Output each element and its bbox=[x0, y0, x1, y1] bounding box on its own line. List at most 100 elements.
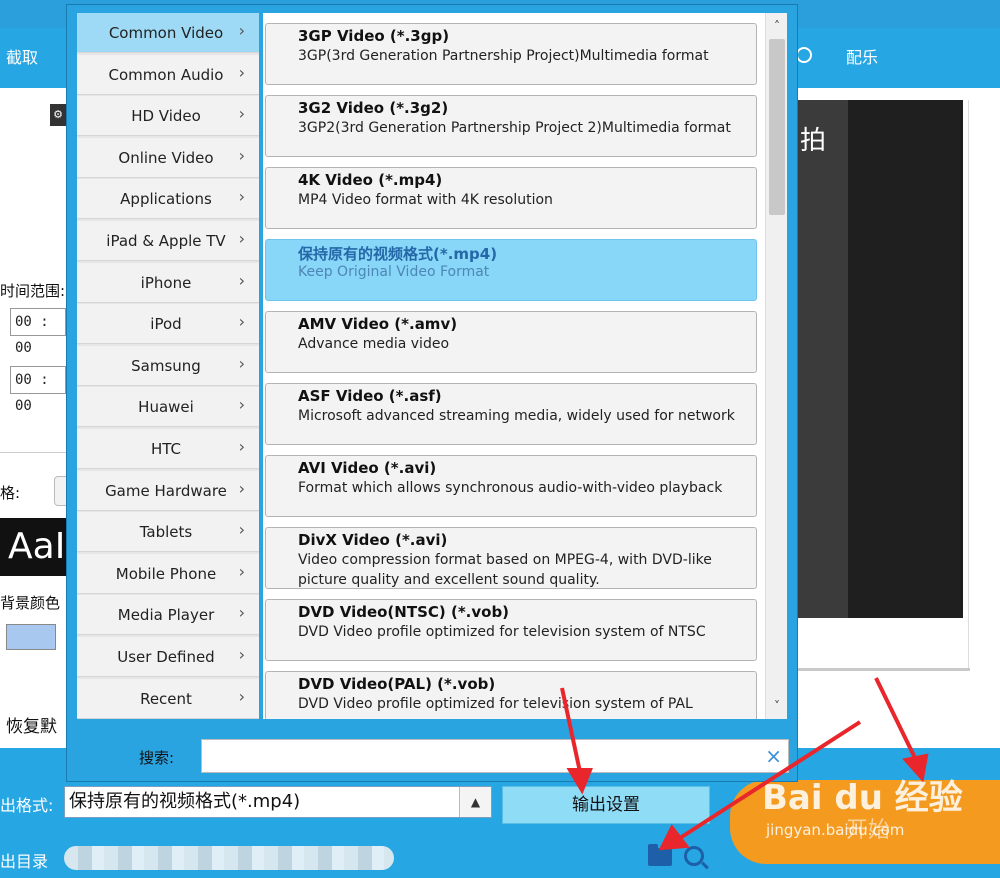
category-list: Common Video › Common Audio › HD Video › Onlin… bbox=[77, 13, 259, 719]
format-item[interactable]: DVD Video(NTSC) (*.vob) DVD Video profile… bbox=[265, 599, 757, 661]
dropdown-arrow-icon[interactable]: ▲ bbox=[459, 787, 491, 817]
watermark-url: jingyan.baidu.com bbox=[766, 821, 905, 839]
format-description: Format which allows synchronous audio-wi… bbox=[298, 480, 723, 496]
category-item[interactable]: iPod › bbox=[77, 304, 259, 345]
preview-frame bbox=[798, 100, 848, 618]
chevron-right-icon: › bbox=[238, 104, 245, 124]
category-item[interactable]: Samsung › bbox=[77, 345, 259, 386]
format-chooser-popup: Common Video › Common Audio › HD Video › Onlin… bbox=[66, 4, 798, 782]
video-preview bbox=[798, 100, 963, 618]
format-title: 3GP Video (*.3gp) bbox=[298, 27, 450, 45]
format-description: MP4 Video format with 4K resolution bbox=[298, 192, 553, 208]
folder-icon[interactable] bbox=[648, 844, 672, 866]
category-item[interactable]: Media Player › bbox=[77, 595, 259, 636]
format-list: 3GP Video (*.3gp) 3GP(3rd Generation Part… bbox=[263, 13, 787, 719]
bg-color-swatch[interactable] bbox=[6, 624, 56, 650]
category-label: User Defined bbox=[117, 648, 215, 666]
format-item[interactable]: 3G2 Video (*.3g2) 3GP2(3rd Generation Par… bbox=[265, 95, 757, 157]
bg-color-label: 背景颜色 bbox=[0, 594, 61, 612]
format-item[interactable]: DVD Video(PAL) (*.vob) DVD Video profile … bbox=[265, 671, 757, 719]
category-item[interactable]: Huawei › bbox=[77, 387, 259, 428]
settings-icon[interactable]: ⚙ bbox=[50, 104, 66, 126]
category-item[interactable]: Common Audio › bbox=[77, 54, 259, 95]
chevron-right-icon: › bbox=[238, 645, 245, 664]
chevron-right-icon: › bbox=[238, 437, 245, 456]
scroll-thumb[interactable] bbox=[769, 39, 785, 215]
format-scrollbar[interactable]: ˄ ˅ bbox=[765, 13, 787, 719]
category-item[interactable]: User Defined › bbox=[77, 637, 259, 677]
chevron-right-icon: › bbox=[238, 478, 245, 498]
format-description: DVD Video profile optimized for televisi… bbox=[298, 696, 693, 712]
format-description: 3GP(3rd Generation Partnership Project)M… bbox=[298, 48, 709, 64]
scroll-down-icon[interactable]: ˅ bbox=[766, 695, 787, 717]
divider bbox=[0, 452, 66, 453]
category-item[interactable]: Recent › bbox=[77, 678, 259, 719]
music-tab[interactable]: 配乐 bbox=[846, 28, 878, 88]
format-description: Microsoft advanced streaming media, wide… bbox=[298, 408, 735, 424]
output-format-select[interactable]: 保持原有的视频格式(*.mp4) ▲ bbox=[64, 786, 492, 818]
format-item[interactable]: DivX Video (*.avi) Video compression form… bbox=[265, 527, 757, 589]
clear-icon[interactable]: × bbox=[765, 744, 782, 768]
category-item[interactable]: Common Video › bbox=[77, 13, 259, 53]
category-label: Common Video bbox=[108, 24, 224, 42]
output-format-value: 保持原有的视频格式(*.mp4) bbox=[69, 791, 301, 812]
chevron-right-icon: › bbox=[238, 686, 245, 706]
chevron-right-icon: › bbox=[238, 187, 245, 207]
format-item[interactable]: 4K Video (*.mp4) MP4 Video format with 4K… bbox=[265, 167, 757, 229]
format-title: DivX Video (*.avi) bbox=[298, 531, 448, 549]
category-item[interactable]: Tablets › bbox=[77, 512, 259, 553]
format-title: 3G2 Video (*.3g2) bbox=[298, 99, 449, 117]
format-item[interactable]: 保持原有的视频格式(*.mp4) Keep Original Video Form… bbox=[265, 239, 757, 301]
timeline-bar[interactable] bbox=[798, 668, 970, 671]
category-label: Online Video bbox=[118, 148, 214, 167]
preview-overlay-text: 拍 bbox=[800, 126, 827, 156]
blurred-path bbox=[64, 846, 394, 870]
format-item[interactable]: ASF Video (*.asf) Microsoft advanced stre… bbox=[265, 383, 757, 445]
category-item[interactable]: iPhone › bbox=[77, 262, 259, 303]
category-label: HTC bbox=[150, 440, 182, 458]
category-item[interactable]: HD Video › bbox=[77, 96, 259, 137]
chevron-right-icon: › bbox=[238, 21, 245, 40]
format-title: 保持原有的视频格式(*.mp4) bbox=[298, 245, 498, 263]
end-time-input[interactable]: 00 : 00 bbox=[10, 366, 66, 414]
format-title: DVD Video(NTSC) (*.vob) bbox=[298, 603, 510, 621]
format-item[interactable]: 3GP Video (*.3gp) 3GP(3rd Generation Part… bbox=[265, 23, 757, 85]
format-title: ASF Video (*.asf) bbox=[298, 387, 442, 405]
search-icon[interactable] bbox=[684, 846, 704, 866]
format-item[interactable]: AMV Video (*.amv) Advance media video bbox=[265, 311, 757, 373]
output-settings-button[interactable]: 输出设置 bbox=[502, 786, 710, 824]
format-title: AMV Video (*.amv) bbox=[298, 315, 458, 333]
format-description: DVD Video profile optimized for televisi… bbox=[298, 624, 706, 640]
category-item[interactable]: Game Hardware › bbox=[77, 470, 259, 511]
chevron-right-icon: › bbox=[238, 145, 245, 165]
category-item[interactable]: Mobile Phone › bbox=[77, 553, 259, 594]
category-item[interactable]: iPad & Apple TV › bbox=[77, 221, 259, 261]
chevron-right-icon: › bbox=[238, 603, 245, 623]
chevron-right-icon: › bbox=[238, 520, 245, 540]
scroll-up-icon[interactable]: ˄ bbox=[766, 15, 787, 37]
category-label: Media Player bbox=[117, 606, 215, 625]
category-label: Game Hardware bbox=[105, 481, 227, 500]
chevron-right-icon: › bbox=[238, 229, 245, 248]
divider bbox=[968, 100, 969, 670]
category-item[interactable]: Applications › bbox=[77, 179, 259, 220]
restore-default-button[interactable]: 恢复默 bbox=[6, 712, 57, 737]
format-item[interactable]: AVI Video (*.avi) Format which allows syn… bbox=[265, 455, 757, 517]
start-time-input[interactable]: 00 : 00 bbox=[10, 308, 66, 356]
format-search-input[interactable]: × bbox=[201, 739, 789, 773]
output-dir-input[interactable] bbox=[64, 843, 710, 873]
category-label: iPod bbox=[150, 315, 182, 334]
music-icon bbox=[796, 47, 812, 63]
format-title: DVD Video(PAL) (*.vob) bbox=[298, 675, 496, 693]
search-label: 搜索: bbox=[139, 749, 175, 767]
format-title: 4K Video (*.mp4) bbox=[298, 171, 443, 189]
format-title: AVI Video (*.avi) bbox=[298, 459, 437, 477]
category-item[interactable]: HTC › bbox=[77, 429, 259, 469]
chevron-right-icon: › bbox=[238, 62, 245, 82]
category-label: Mobile Phone bbox=[115, 564, 217, 583]
category-label: Recent bbox=[140, 689, 192, 708]
chevron-right-icon: › bbox=[238, 353, 245, 373]
crop-tab[interactable]: 截取 bbox=[6, 28, 38, 88]
time-range-label: 时间范围: bbox=[0, 282, 66, 300]
category-item[interactable]: Online Video › bbox=[77, 137, 259, 178]
